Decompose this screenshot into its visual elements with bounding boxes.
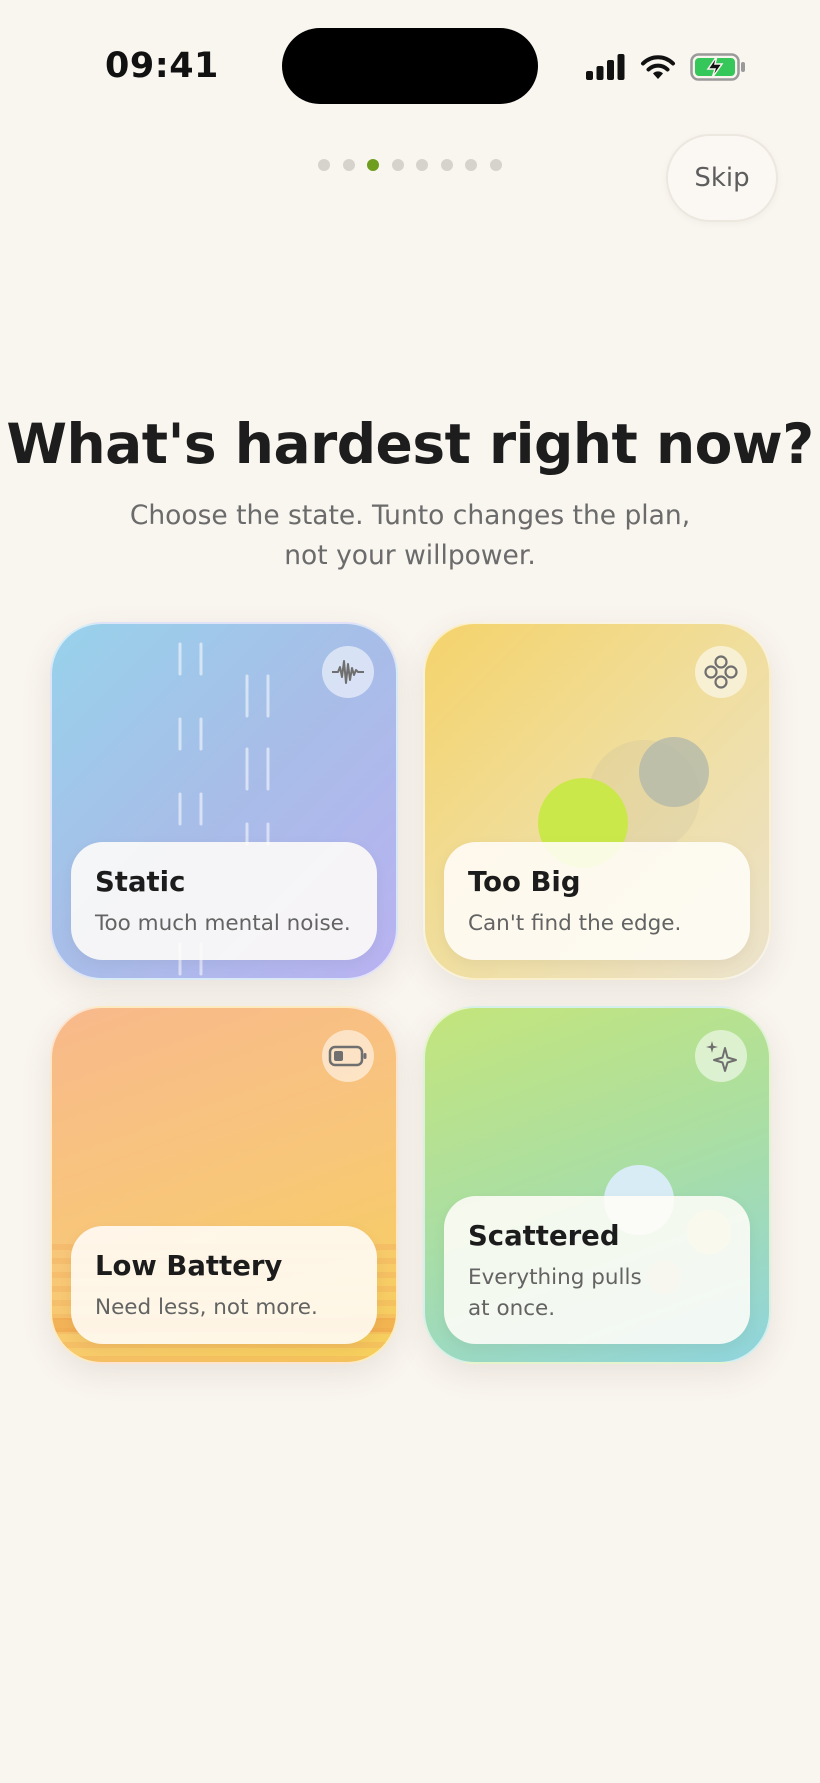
- battery-charging-icon: [690, 53, 745, 81]
- card-description: Can't find the edge.: [468, 911, 682, 936]
- wifi-icon: [641, 54, 675, 79]
- card-label: Static Too much mental noise.: [71, 842, 377, 960]
- circles-icon: [695, 646, 747, 698]
- page-dot: [416, 159, 429, 171]
- card-low-battery[interactable]: Low Battery Need less, not more.: [50, 1006, 398, 1364]
- status-time: 09:41: [105, 46, 219, 86]
- dynamic-island: [282, 28, 538, 104]
- page-dot: [391, 159, 404, 171]
- card-static[interactable]: Static Too much mental noise.: [50, 622, 398, 980]
- page-dot: [465, 159, 478, 171]
- card-label: Low Battery Need less, not more.: [71, 1226, 377, 1344]
- page-dot-active: [367, 159, 380, 171]
- card-title: Static: [95, 866, 186, 898]
- waveform-icon: [322, 646, 374, 698]
- card-description: Everything pulls at once.: [468, 1265, 642, 1321]
- card-description: Need less, not more.: [95, 1295, 318, 1320]
- status-icons: [586, 50, 746, 84]
- card-title: Scattered: [468, 1220, 620, 1252]
- card-title: Too Big: [468, 866, 581, 898]
- gray-circle-decoration: [639, 737, 709, 807]
- page-title: What's hardest right now?: [6, 412, 814, 476]
- card-too-big[interactable]: Too Big Can't find the edge.: [423, 622, 771, 980]
- page-dot: [440, 159, 453, 171]
- battery-low-icon: [322, 1030, 374, 1082]
- sparkle-icon: [695, 1030, 747, 1082]
- card-title: Low Battery: [95, 1250, 283, 1282]
- page-dot: [317, 159, 330, 171]
- card-label: Too Big Can't find the edge.: [444, 842, 750, 960]
- signal-icon: [586, 54, 625, 80]
- skip-button[interactable]: Skip: [666, 134, 778, 222]
- card-label: Scattered Everything pulls at once.: [444, 1196, 750, 1344]
- page-subtitle: Choose the state. Tunto changes the plan…: [129, 500, 691, 571]
- page-dot: [342, 159, 355, 171]
- page-dot: [490, 159, 503, 171]
- card-description: Too much mental noise.: [95, 911, 351, 936]
- card-scattered[interactable]: Scattered Everything pulls at once.: [423, 1006, 771, 1364]
